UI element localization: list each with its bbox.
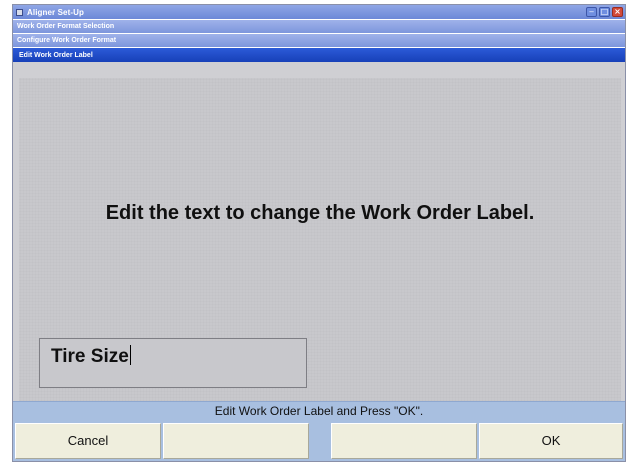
text-caret — [129, 345, 131, 365]
app-icon — [16, 8, 23, 16]
breadcrumb-label: Configure Work Order Format — [17, 37, 117, 44]
instruction-text: Edit the text to change the Work Order L… — [105, 202, 535, 224]
work-order-label-value: Tire Size — [51, 346, 129, 367]
softkey-2-button[interactable] — [163, 423, 309, 459]
breadcrumb-label: Work Order Format Selection — [17, 23, 115, 30]
softkey-3-button[interactable] — [331, 423, 477, 459]
status-message: Edit Work Order Label and Press "OK". — [13, 401, 625, 421]
window-title: Aligner Set-Up — [27, 7, 84, 17]
active-panel-title-bar: Edit Work Order Label — [13, 48, 625, 62]
minimize-icon[interactable]: ‒ — [586, 7, 597, 17]
softkey-bar: Cancel OK — [13, 421, 625, 461]
window-controls: ‒ □ × — [586, 7, 623, 17]
breadcrumb-work-order-format-selection[interactable]: Work Order Format Selection — [13, 20, 625, 34]
cancel-button[interactable]: Cancel — [15, 423, 161, 459]
edit-label-panel: Edit the text to change the Work Order L… — [19, 78, 621, 404]
window-title-bar[interactable]: Aligner Set-Up ‒ □ × — [13, 5, 625, 20]
work-order-label-input[interactable]: Tire Size — [39, 338, 307, 388]
aligner-window: Aligner Set-Up ‒ □ × Work Order Format S… — [12, 4, 626, 462]
breadcrumb-configure-work-order-format[interactable]: Configure Work Order Format — [13, 34, 625, 48]
ok-button[interactable]: OK — [479, 423, 623, 459]
active-panel-title: Edit Work Order Label — [19, 51, 93, 59]
close-icon[interactable]: × — [612, 7, 623, 17]
maximize-icon[interactable]: □ — [599, 7, 610, 17]
